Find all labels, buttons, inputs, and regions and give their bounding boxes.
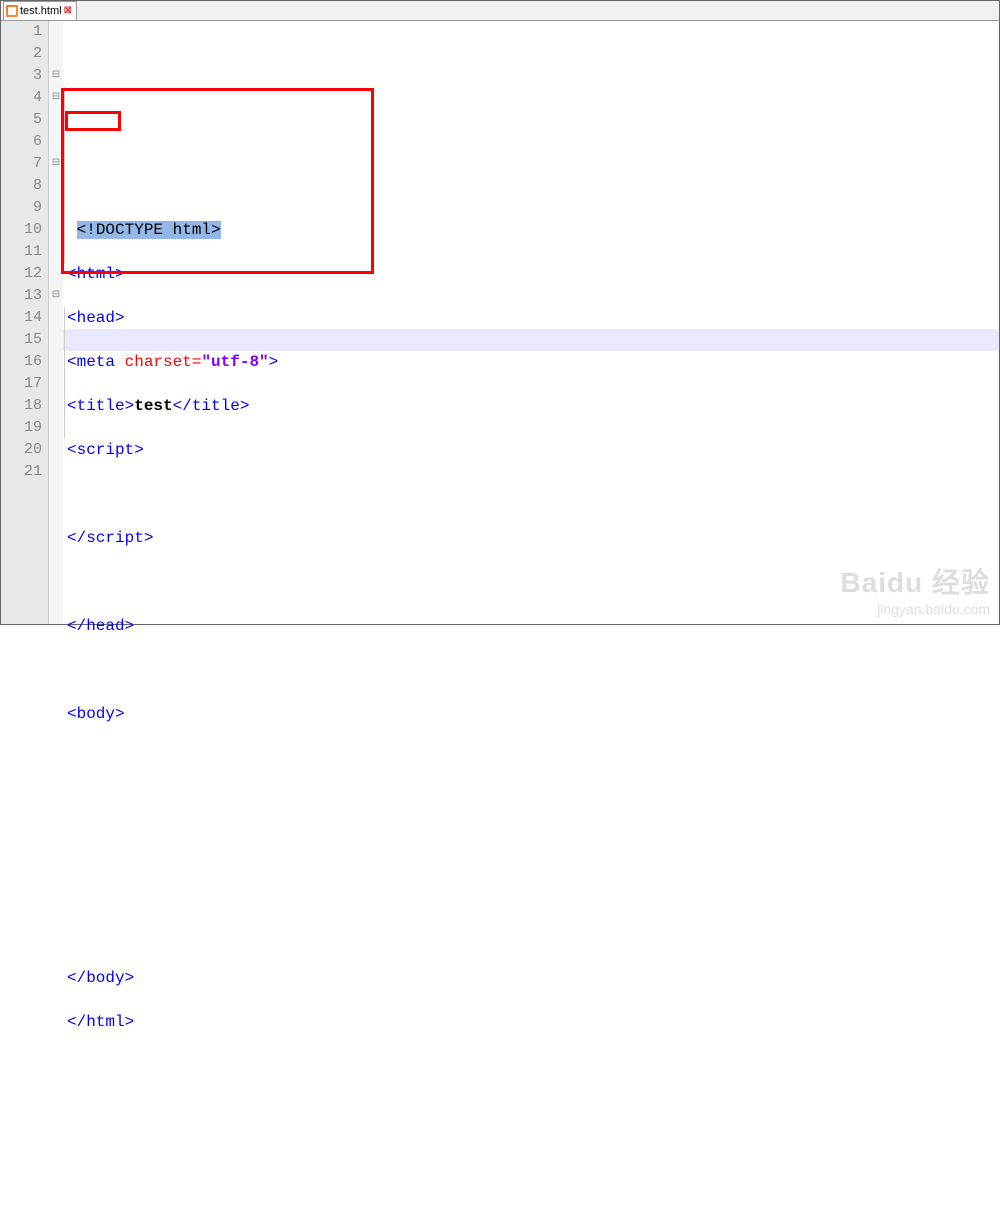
code-line: <html>: [67, 263, 999, 285]
code-line: [67, 1055, 999, 1077]
fold-guide: [64, 87, 65, 263]
code-line: </script>: [67, 527, 999, 549]
fold-guide: [64, 307, 65, 439]
code-line: </head>: [67, 615, 999, 637]
html-file-icon: [6, 5, 18, 17]
code-line: <body>: [67, 703, 999, 725]
code-line: [67, 659, 999, 681]
tab-label: test.html: [20, 5, 62, 17]
code-line: <!DOCTYPE html>: [67, 219, 999, 241]
code-line: </html>: [67, 1011, 999, 1033]
code-line: [67, 571, 999, 593]
code-area[interactable]: <!DOCTYPE html> <html> <head> <meta char…: [63, 21, 999, 624]
code-line: <head>: [67, 307, 999, 329]
code-line: <title>test</title>: [67, 395, 999, 417]
annotation-red-box-meta: [65, 111, 121, 131]
code-line: <meta charset="utf-8">: [67, 351, 999, 373]
file-tab[interactable]: test.html ⊠: [3, 1, 77, 20]
line-number-gutter: 123 456 789 101112 131415 161718 192021: [1, 21, 49, 624]
tab-bar: test.html ⊠: [1, 1, 999, 21]
code-line: [67, 791, 999, 813]
code-line: [67, 879, 999, 901]
code-line: [67, 747, 999, 769]
close-icon[interactable]: ⊠: [64, 6, 74, 16]
code-line: [67, 175, 999, 197]
code-line: </body>: [67, 967, 999, 989]
code-line: [67, 835, 999, 857]
code-line: <script>: [67, 439, 999, 461]
code-line: [67, 923, 999, 945]
code-editor[interactable]: 123 456 789 101112 131415 161718 192021 …: [1, 21, 999, 624]
fold-column[interactable]: ⊟ ⊟ ⊟ ⊟: [49, 21, 63, 624]
code-line: [67, 483, 999, 505]
